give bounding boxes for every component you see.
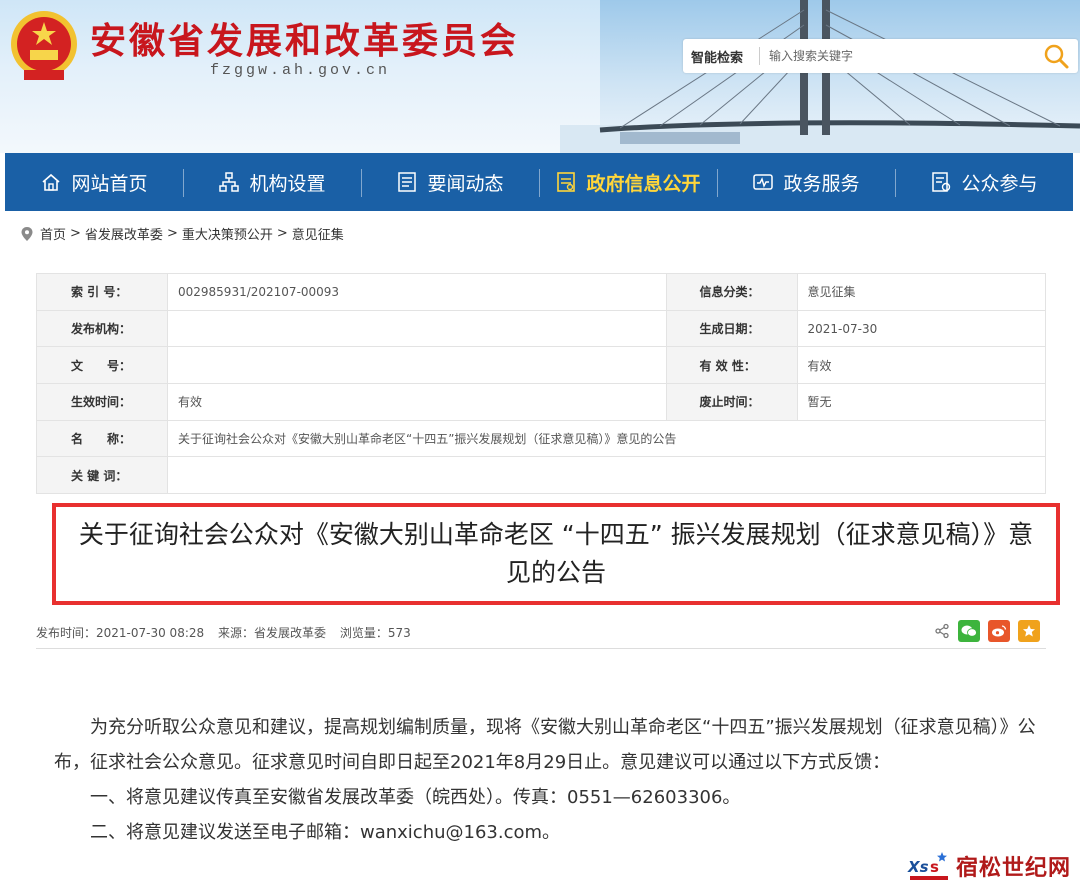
- validity-value: 有效: [796, 346, 1046, 385]
- nav-item-participation[interactable]: 公众参与: [895, 153, 1073, 211]
- home-icon: [42, 173, 61, 191]
- svg-text:Xs: Xs: [907, 858, 929, 876]
- view-count: 浏览量：573: [339, 626, 411, 640]
- list-item: 二、将意见建议发送至电子邮箱：wanxichu@163.com。: [90, 822, 561, 843]
- publisher-label: 发布机构：: [36, 309, 168, 348]
- smart-search-label[interactable]: 智能检索: [691, 47, 743, 66]
- weibo-icon: [992, 625, 1007, 637]
- docno-label: 文 号：: [36, 346, 168, 385]
- org-chart-icon: [219, 172, 240, 192]
- nav-label: 政务服务: [783, 172, 860, 195]
- abolish-label: 废止时间：: [665, 383, 798, 421]
- index-value: 002985931/202107-00093: [167, 273, 667, 311]
- site-url: fzggw.ah.gov.cn: [210, 62, 391, 79]
- effective-value: 有效: [167, 383, 667, 421]
- article-title: 关于征询社会公众对《安徽大别山革命老区 “十四五” 振兴发展规划（征求意见稿）》…: [78, 520, 1034, 587]
- name-value: 关于征询社会公众对《安徽大别山革命老区“十四五”振兴发展规划（征求意见稿）》意见…: [167, 419, 1046, 458]
- share-bar: [934, 620, 1040, 642]
- publish-info: 发布时间：2021-07-30 08:28 来源：省发展改革委 浏览量：573: [36, 624, 421, 641]
- table-row: 索 引 号： 002985931/202107-00093 信息分类： 意见征集: [36, 273, 1046, 311]
- effective-label: 生效时间：: [36, 383, 168, 421]
- wechat-icon: [961, 625, 977, 637]
- article-body: 为充分听取公众意见和建议，提高规划编制质量，现将《安徽大别山革命老区“十四五”振…: [54, 710, 1044, 850]
- table-row: 名 称： 关于征询社会公众对《安徽大别山革命老区“十四五”振兴发展规划（征求意见…: [36, 419, 1046, 458]
- date-label: 生成日期：: [665, 309, 798, 348]
- nav-label: 政府信息公开: [586, 172, 701, 195]
- abolish-value: 暂无: [796, 383, 1046, 421]
- search-icon[interactable]: [1042, 42, 1070, 70]
- nav-item-news[interactable]: 要闻动态: [361, 153, 539, 211]
- keywords-value: [167, 456, 1046, 495]
- table-row: 发布机构： 生成日期： 2021-07-30: [36, 309, 1046, 348]
- national-emblem-logo: [11, 11, 77, 80]
- nav-label: 公众参与: [961, 172, 1038, 195]
- nav-item-home[interactable]: 网站首页: [5, 153, 183, 211]
- paragraph-intro: 为充分听取公众意见和建议，提高规划编制质量，现将《安徽大别山革命老区“十四五”振…: [54, 717, 1036, 773]
- search-input[interactable]: [769, 44, 1029, 68]
- watermark: Xs s 宿松世纪网: [906, 846, 1080, 886]
- validity-label: 有 效 性：: [665, 346, 798, 385]
- table-row: 生效时间： 有效 废止时间： 暂无: [36, 383, 1046, 421]
- news-icon: [398, 172, 417, 192]
- bridge-banner-image: [560, 0, 1080, 153]
- service-icon: [753, 174, 774, 190]
- favorite-button[interactable]: [1018, 620, 1040, 642]
- share-icon[interactable]: [934, 623, 950, 639]
- breadcrumb-decision-disclosure[interactable]: 重大决策预公开: [182, 224, 273, 243]
- nav-label: 要闻动态: [427, 172, 504, 195]
- breadcrumb-separator: >: [70, 226, 81, 241]
- table-row: 关 键 词：: [36, 456, 1046, 495]
- docno-value: [167, 346, 667, 385]
- weibo-share-button[interactable]: [988, 620, 1010, 642]
- breadcrumb: 首页 > 省发展改革委 > 重大决策预公开 > 意见征集: [20, 224, 344, 243]
- watermark-logo-icon: Xs s: [907, 852, 948, 880]
- date-value: 2021-07-30: [796, 309, 1046, 348]
- publisher-value: [167, 309, 667, 348]
- wechat-share-button[interactable]: [958, 620, 980, 642]
- nav-label: 网站首页: [71, 172, 148, 195]
- article-title-highlight: 关于征询社会公众对《安徽大别山革命老区 “十四五” 振兴发展规划（征求意见稿）》…: [52, 503, 1060, 605]
- breadcrumb-ndrc[interactable]: 省发展改革委: [85, 224, 163, 243]
- info-public-icon: [557, 172, 576, 192]
- breadcrumb-home[interactable]: 首页: [40, 224, 66, 243]
- source: 来源：省发展改革委: [217, 626, 326, 640]
- category-label: 信息分类：: [665, 273, 798, 311]
- search-divider: [759, 47, 760, 65]
- nav-label: 机构设置: [249, 172, 326, 195]
- breadcrumb-opinion-collection[interactable]: 意见征集: [292, 224, 344, 243]
- list-item: 一、将意见建议传真至安徽省发展改革委（皖西处）。传真：0551—62603306…: [90, 787, 741, 808]
- star-icon: [1023, 625, 1035, 637]
- participation-icon: [932, 172, 951, 192]
- index-label: 索 引 号：: [36, 273, 168, 311]
- main-nav: 网站首页 机构设置 要闻动态 政府信息公开 政务服务 公众参与: [5, 153, 1073, 211]
- watermark-text: 宿松世纪网: [956, 856, 1072, 881]
- keywords-label: 关 键 词：: [36, 456, 168, 495]
- category-value: 意见征集: [796, 273, 1046, 311]
- publish-time: 发布时间：2021-07-30 08:28: [36, 626, 205, 640]
- nav-item-org[interactable]: 机构设置: [183, 153, 361, 211]
- name-label: 名 称：: [36, 419, 168, 458]
- svg-text:s: s: [930, 858, 939, 876]
- breadcrumb-separator: >: [276, 226, 288, 241]
- location-pin-icon: [21, 226, 33, 241]
- document-meta-table: 索 引 号： 002985931/202107-00093 信息分类： 意见征集…: [36, 273, 1046, 495]
- search-bar: 智能检索: [683, 39, 1078, 73]
- divider: [36, 648, 1046, 649]
- site-header: 安徽省发展和改革委员会 fzggw.ah.gov.cn 智能检索: [0, 0, 1080, 153]
- table-row: 文 号： 有 效 性： 有效: [36, 346, 1046, 385]
- breadcrumb-separator: >: [166, 226, 178, 241]
- nav-item-info-public[interactable]: 政府信息公开: [539, 153, 717, 211]
- site-title[interactable]: 安徽省发展和改革委员会: [90, 12, 519, 64]
- nav-item-service[interactable]: 政务服务: [717, 153, 895, 211]
